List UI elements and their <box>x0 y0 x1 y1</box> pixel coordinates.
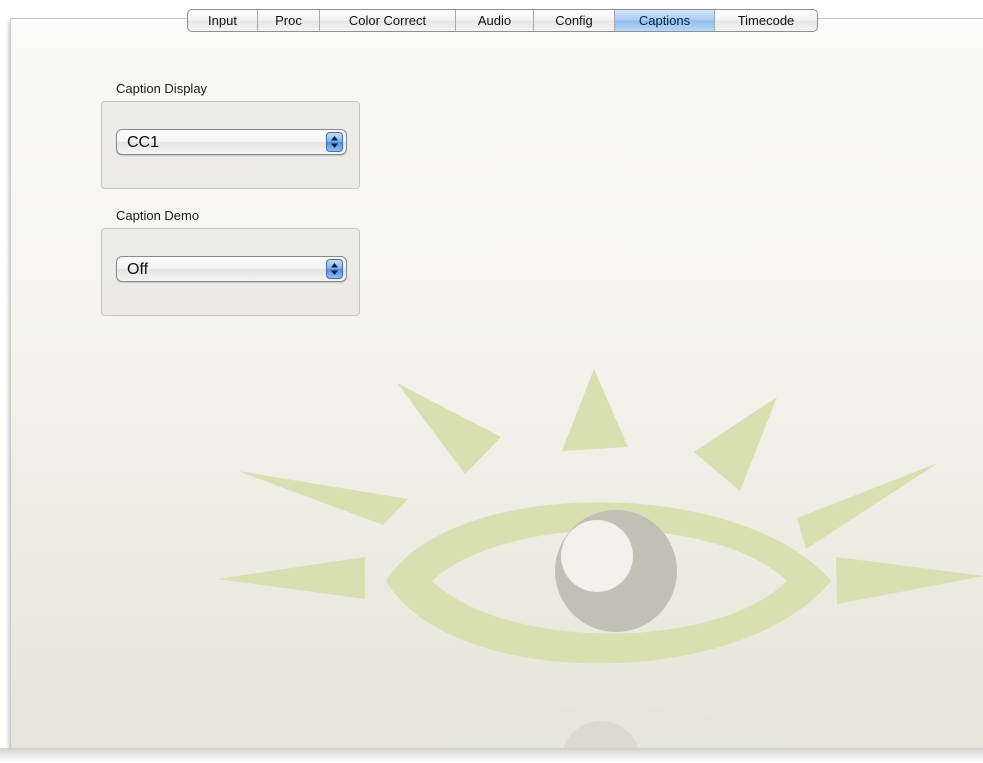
tab-audio[interactable]: Audio <box>456 10 534 31</box>
caption-demo-label: Caption Demo <box>116 208 200 223</box>
caption-demo-popup[interactable]: Off <box>116 256 347 282</box>
tab-config[interactable]: Config <box>534 10 615 31</box>
caption-display-popup[interactable]: CC1 <box>116 129 347 155</box>
tab-proc[interactable]: Proc <box>258 10 320 31</box>
caption-demo-value: Off <box>127 261 149 278</box>
caption-display-group: CC1 <box>101 101 360 189</box>
up-down-arrows-icon <box>326 132 343 152</box>
caption-display-value: CC1 <box>127 134 160 151</box>
window-bottom-shadow <box>0 748 983 763</box>
tab-bar: Input Proc Color Correct Audio Config Ca… <box>187 9 818 32</box>
eye-watermark-highlight <box>561 520 633 592</box>
up-down-arrows-icon <box>326 259 343 279</box>
tab-color-correct[interactable]: Color Correct <box>320 10 456 31</box>
tab-input[interactable]: Input <box>188 10 258 31</box>
caption-display-label: Caption Display <box>116 81 208 96</box>
tab-timecode[interactable]: Timecode <box>715 10 817 31</box>
caption-demo-group: Off <box>101 228 360 316</box>
tab-captions[interactable]: Captions <box>615 10 715 31</box>
